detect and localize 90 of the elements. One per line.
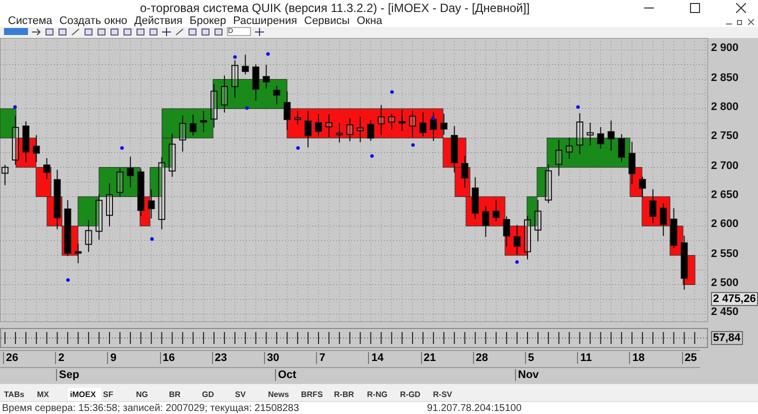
price-label: 2 700 [711,160,739,172]
tab[interactable]: TABs [2,388,35,402]
fractal-marker [390,90,394,94]
square-icon[interactable] [84,28,93,36]
fractal-marker [370,154,374,158]
maximize-icon[interactable] [690,3,700,14]
price-label: 2 650 [711,189,739,202]
tab[interactable]: GD [200,388,233,402]
tab[interactable]: iMOEX [68,388,101,402]
tab[interactable]: R-SV [431,388,464,402]
arrow-icon[interactable] [32,28,41,36]
tab[interactable]: R-BR [332,388,365,402]
menu-item[interactable]: Действия [134,16,182,28]
square-icon[interactable] [149,28,158,36]
month-label: Sep [56,369,80,382]
date-label: 7 [316,352,326,364]
date-label: 28 [472,352,488,364]
date-label: 14 [368,352,384,364]
date-label: 9 [107,352,117,364]
fractal-marker [13,106,17,110]
fractal-marker [411,144,415,148]
date-label: 30 [264,352,280,364]
square-icon[interactable] [123,28,132,36]
square-icon[interactable] [110,28,119,36]
window-title: о-торговая система QUIK (версия 11.3.2.2) - [iMOEX - Day - [Дневной]] [140,1,530,16]
date-label: 18 [629,352,645,364]
tab[interactable]: R-NG [365,388,398,402]
date-label: 21 [420,352,436,364]
tab[interactable]: MX [35,388,68,402]
price-label: 2 850 [711,72,739,84]
server-status-text: Время сервера: 15:36:58; записей: 2007029; текущая: 21508283 [1,402,300,414]
square-icon[interactable] [201,28,210,36]
square-icon[interactable] [45,28,54,36]
square-icon[interactable] [136,28,145,36]
price-label: 2 900 [711,42,739,54]
menu-item[interactable]: Создать окно [59,16,128,28]
tab[interactable]: SV [233,388,266,402]
close-icon[interactable] [748,18,754,25]
fractal-marker [296,146,300,150]
date-label: 26 [3,352,18,364]
menu-item[interactable]: Расширения [233,16,298,28]
tab[interactable]: BRFS [299,388,332,402]
price-label: 2 750 [711,130,739,142]
fractal-marker [120,146,124,150]
price-label: 2 800 [711,101,739,114]
date-label: 2 [55,352,64,364]
menu-item[interactable]: Сервисы [304,16,350,28]
price-label: 2 550 [711,248,739,260]
price-box [0,108,16,139]
fractal-marker [576,106,580,110]
date-label: 11 [577,352,592,364]
month-label: Nov [515,369,539,382]
close-icon[interactable] [736,3,746,14]
menu-item[interactable]: Брокер [190,16,226,28]
fractal-marker [266,52,270,56]
fractal-marker [150,238,154,242]
tab[interactable]: BR [167,388,200,402]
cross-icon[interactable] [162,28,171,36]
square-icon[interactable] [97,28,106,36]
line-icon[interactable] [71,28,80,36]
menu-item[interactable]: Система [8,16,52,28]
price-label: 2 600 [711,218,739,230]
date-label: 25 [682,352,697,364]
tab[interactable]: SF [101,388,134,402]
menu-item[interactable]: Окна [356,16,382,28]
fractal-marker [245,106,249,110]
square-icon[interactable] [214,28,223,36]
fractal-marker [233,56,237,60]
date-label: 5 [525,352,534,364]
last-price-label: 2 475,26 [711,292,758,306]
date-label: 16 [160,352,175,364]
connection-address: 91.207.78.204:15100 [427,402,522,414]
month-label: Oct [275,369,296,382]
price-box [150,167,162,198]
restore-icon[interactable] [737,18,743,25]
indicator-value: 57,84 [711,331,743,346]
fractal-marker [431,116,435,120]
price-label: 2 500 [711,277,739,290]
date-label: 23 [212,352,228,364]
line-icon[interactable] [175,28,184,36]
tab[interactable]: News [266,388,299,402]
account-field[interactable] [4,28,28,36]
plus-icon[interactable] [255,28,264,36]
tab[interactable]: NG [134,388,167,402]
price-label: 2 450 [711,306,739,318]
square-icon[interactable] [58,28,67,36]
tab[interactable]: R-GD [398,388,431,402]
fractal-marker [66,278,70,282]
fractal-marker [515,260,519,264]
square-icon[interactable] [188,28,197,36]
